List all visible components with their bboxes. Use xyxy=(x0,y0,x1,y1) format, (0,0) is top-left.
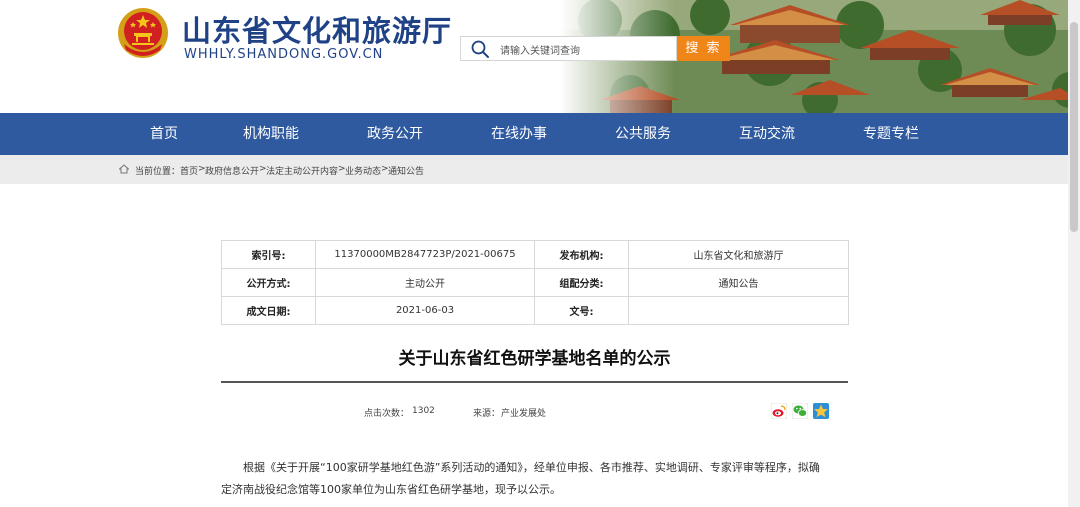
nav-item-public-services[interactable]: 公共服务 xyxy=(615,113,671,155)
nav-item-special-topics[interactable]: 专题专栏 xyxy=(863,113,919,155)
views-label: 点击次数： xyxy=(364,409,410,419)
views-count: 1302 xyxy=(412,406,435,416)
nav-item-online-services[interactable]: 在线办事 xyxy=(491,113,547,155)
table-row: 公开方式: 主动公开 组配分类: 通知公告 xyxy=(221,268,849,297)
site-url: WHHLY.SHANDONG.GOV.CN xyxy=(184,47,384,62)
doc-number-label: 文号: xyxy=(534,296,629,325)
publisher-label: 发布机构: xyxy=(534,240,629,269)
title-divider xyxy=(221,381,848,383)
publisher-value: 山东省文化和旅游厅 xyxy=(628,240,849,269)
date-label: 成文日期: xyxy=(221,296,316,325)
main-nav: 首页 机构职能 政务公开 在线办事 公共服务 互动交流 专题专栏 xyxy=(0,113,1080,155)
breadcrumb-link[interactable]: 通知公告 xyxy=(388,164,424,177)
breadcrumb-link[interactable]: 首页 xyxy=(180,164,198,177)
weibo-icon[interactable] xyxy=(771,403,787,419)
nav-item-functions[interactable]: 机构职能 xyxy=(243,113,299,155)
category-value: 通知公告 xyxy=(628,268,849,297)
breadcrumb-link[interactable]: 政府信息公开 xyxy=(205,164,259,177)
table-row: 索引号: 11370000MB2847723P/2021-00675 发布机构:… xyxy=(221,240,849,269)
home-icon xyxy=(119,164,129,174)
breadcrumb-link[interactable]: 法定主动公开内容 xyxy=(266,164,338,177)
article-paragraph-line: 根据《关于开展“100家研学基地红色游”系列活动的通知》，经单位申报、各市推荐、… xyxy=(243,461,820,474)
national-emblem-icon xyxy=(118,8,168,58)
breadcrumb-label: 当前位置： xyxy=(135,167,181,177)
site-title: 山东省文化和旅游厅 xyxy=(182,14,453,48)
source-value: 产业发展处 xyxy=(501,409,547,419)
disclosure-label: 公开方式: xyxy=(221,268,316,297)
wechat-icon[interactable] xyxy=(792,403,808,419)
document-meta-table: 索引号: 11370000MB2847723P/2021-00675 发布机构:… xyxy=(221,240,849,325)
search-placeholder: 请输入关键词查询 xyxy=(500,46,580,57)
nav-item-interaction[interactable]: 互动交流 xyxy=(739,113,795,155)
index-value: 11370000MB2847723P/2021-00675 xyxy=(315,240,535,269)
nav-item-home[interactable]: 首页 xyxy=(150,113,178,155)
nav-item-government-affairs[interactable]: 政务公开 xyxy=(367,113,423,155)
category-label: 组配分类: xyxy=(534,268,629,297)
article-title: 关于山东省红色研学基地名单的公示 xyxy=(398,349,671,369)
qzone-icon[interactable] xyxy=(813,403,829,419)
index-label: 索引号: xyxy=(221,240,316,269)
article-paragraph-line: 定济南战役纪念馆等100家单位为山东省红色研学基地，现予以公示。 xyxy=(221,483,561,496)
source-label: 来源： xyxy=(473,409,501,419)
disclosure-value: 主动公开 xyxy=(315,268,535,297)
site-header: 山东省文化和旅游厅 WHHLY.SHANDONG.GOV.CN 请输入关键词查询… xyxy=(0,0,1080,113)
search-button[interactable]: 搜 索 xyxy=(677,36,730,61)
scrollbar-thumb[interactable] xyxy=(1070,22,1078,232)
date-value: 2021-06-03 xyxy=(315,296,535,325)
table-row: 成文日期: 2021-06-03 文号: xyxy=(221,296,849,325)
search-icon xyxy=(471,40,489,58)
breadcrumb-link[interactable]: 业务动态 xyxy=(345,164,381,177)
doc-number-value xyxy=(628,296,849,325)
